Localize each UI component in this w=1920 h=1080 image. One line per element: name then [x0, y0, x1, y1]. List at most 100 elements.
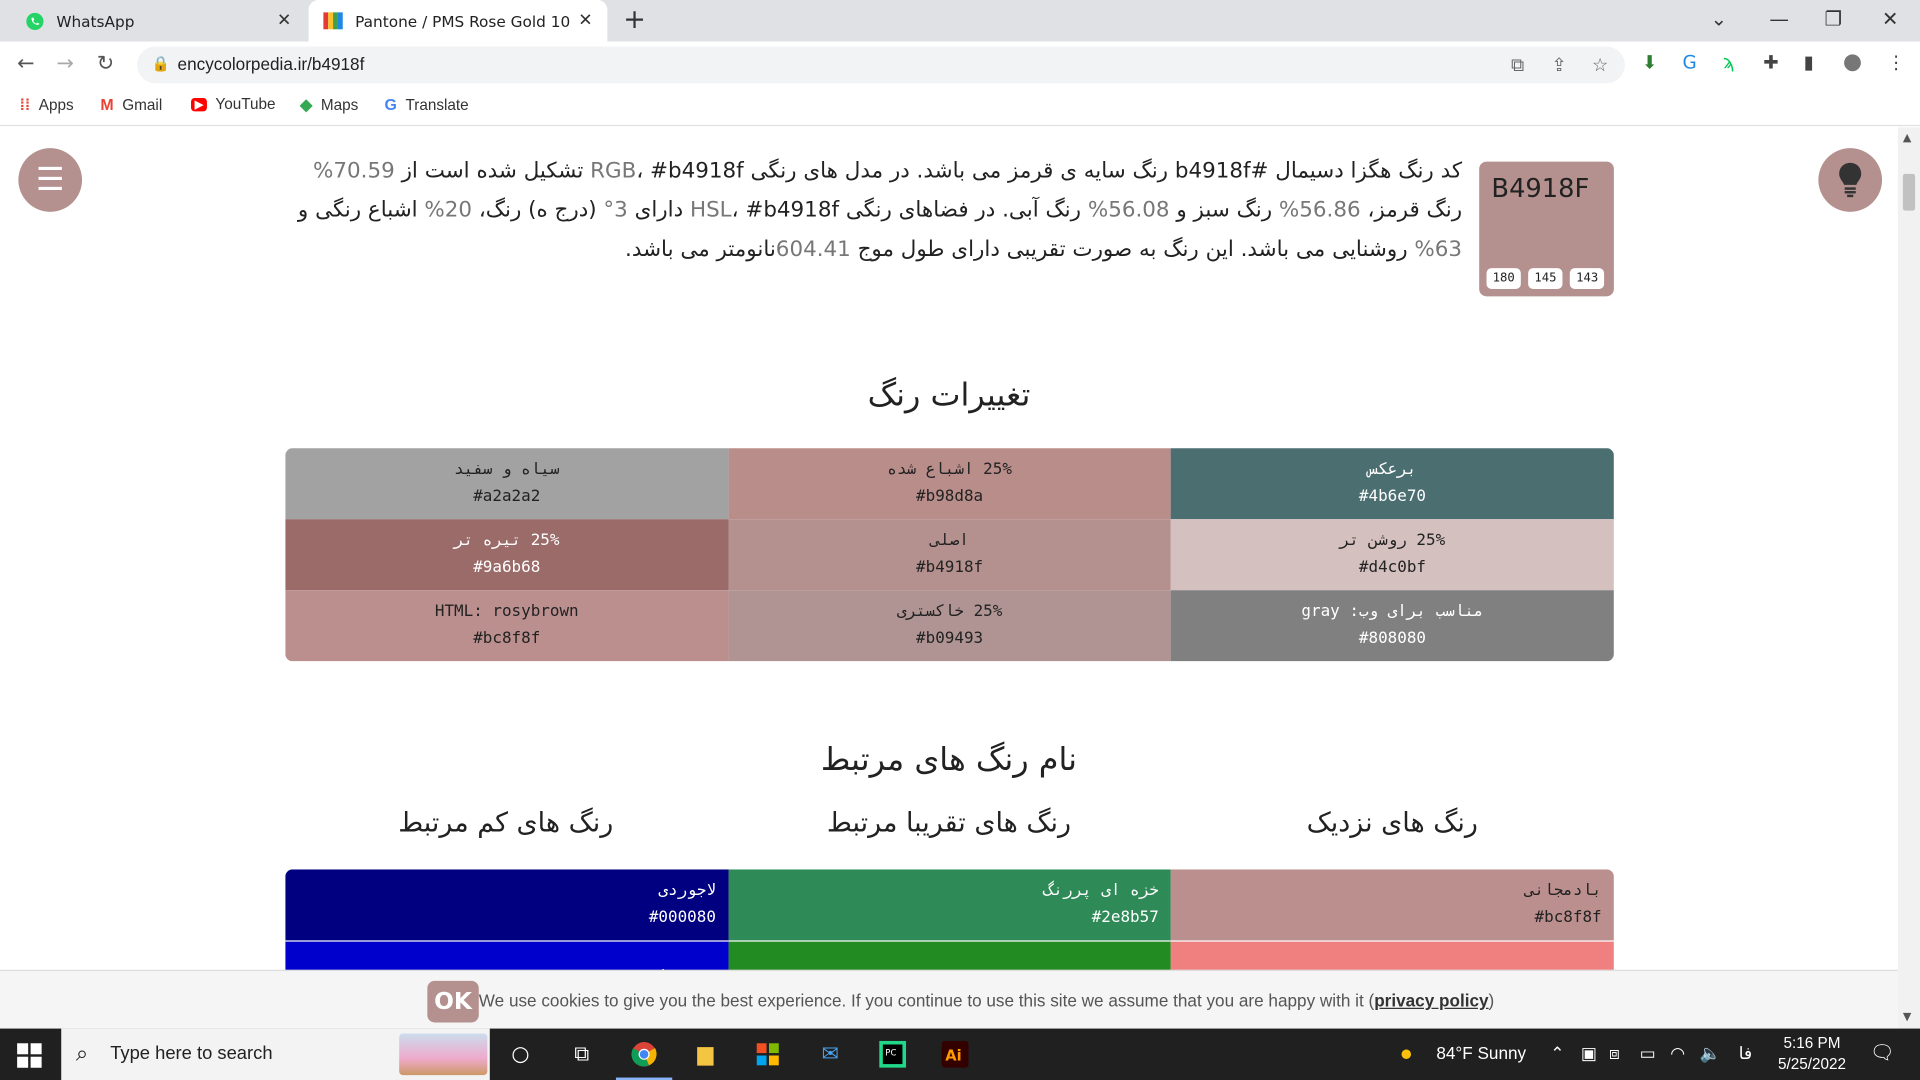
- forward-icon[interactable]: →: [56, 51, 73, 75]
- weather-sun-icon[interactable]: ●: [1400, 1041, 1413, 1067]
- tab-whatsapp[interactable]: WhatsApp ✕: [0, 0, 306, 42]
- variation-cell[interactable]: 25% روشن تر #d4c0bf: [1171, 519, 1614, 591]
- scroll-up-icon[interactable]: ▲: [1903, 132, 1911, 144]
- weather-text[interactable]: 84°F Sunny: [1436, 1043, 1526, 1063]
- extension-run-icon[interactable]: ϡ: [1723, 51, 1735, 73]
- bookmark-gmail[interactable]: M Gmail: [100, 96, 162, 114]
- wifi-icon[interactable]: ◠: [1670, 1043, 1685, 1064]
- close-tab-icon[interactable]: ✕: [277, 11, 291, 31]
- tray-monitor-icon[interactable]: ⧈: [1609, 1043, 1620, 1064]
- store-icon[interactable]: [749, 1038, 786, 1070]
- battery-icon[interactable]: ▭: [1640, 1043, 1656, 1064]
- tab-title: Pantone / PMS Rose Gold 10412: [355, 11, 571, 31]
- reload-icon[interactable]: ↻: [97, 51, 114, 75]
- tray-expand-icon[interactable]: ⌃: [1550, 1043, 1564, 1064]
- variation-hex: #bc8f8f: [473, 629, 541, 648]
- minimize-icon[interactable]: —: [1769, 7, 1789, 30]
- bookmarks-bar: ⁞⁞ Apps M Gmail ▶ YouTube ◆ Maps G Trans…: [0, 88, 1920, 127]
- clock[interactable]: 5:16 PM 5/25/2022: [1778, 1033, 1846, 1075]
- intro-value: RGB: [590, 159, 637, 184]
- address-bar[interactable]: 🔒 encycolorpedia.ir/b4918f ⧉ ⇪ ☆: [137, 46, 1625, 84]
- variation-cell[interactable]: 25% خاکستری #b09493: [728, 590, 1172, 662]
- intro-value: 56.08%: [1087, 198, 1170, 223]
- close-tab-icon[interactable]: ✕: [578, 11, 592, 31]
- scroll-down-icon[interactable]: ▼: [1903, 1011, 1911, 1023]
- back-icon[interactable]: ←: [17, 51, 34, 75]
- hamburger-menu-icon[interactable]: ☰: [18, 148, 83, 212]
- bookmark-star-icon[interactable]: ☆: [1592, 54, 1608, 76]
- share-icon[interactable]: ⇪: [1551, 54, 1566, 76]
- variation-cell[interactable]: برعکس #4b6e70: [1171, 448, 1614, 520]
- mail-icon[interactable]: ✉: [812, 1038, 849, 1070]
- related-color-cell[interactable]: بادمجانی #bc8f8f: [1171, 869, 1614, 942]
- variation-label: 25% روشن تر: [1339, 531, 1446, 550]
- bookmark-apps[interactable]: ⁞⁞ Apps: [20, 96, 74, 114]
- screen: WhatsApp ✕ Pantone / PMS Rose Gold 10412…: [0, 0, 1920, 1080]
- tray-app-icon[interactable]: ▣: [1581, 1043, 1597, 1064]
- tab-pantone[interactable]: Pantone / PMS Rose Gold 10412 ✕: [308, 0, 608, 42]
- side-panel-icon[interactable]: ▮: [1804, 51, 1814, 73]
- profile-avatar-icon[interactable]: ●: [1843, 49, 1862, 75]
- bookmark-youtube[interactable]: ▶ YouTube: [191, 96, 276, 113]
- file-explorer-icon[interactable]: ▆: [687, 1038, 724, 1070]
- scroll-thumb[interactable]: [1902, 173, 1916, 211]
- pycharm-icon[interactable]: PC: [874, 1038, 911, 1070]
- cookie-text: We use cookies to give you the best expe…: [478, 990, 1375, 1011]
- variation-hex: #b98d8a: [916, 487, 984, 506]
- pantone-icon: [323, 11, 343, 31]
- privacy-policy-link[interactable]: privacy policy: [1374, 991, 1488, 1011]
- lightbulb-icon[interactable]: [1818, 148, 1883, 212]
- intro-text: رنگ قرمز،: [1360, 198, 1463, 223]
- translate-page-icon[interactable]: ⧉: [1511, 54, 1524, 76]
- color-swatch: B4918F 180 145 143: [1479, 161, 1614, 297]
- illustrator-icon[interactable]: Ai: [937, 1038, 974, 1070]
- cookie-ok-button[interactable]: OK: [427, 980, 479, 1023]
- variation-cell[interactable]: HTML: rosybrown #bc8f8f: [285, 590, 729, 662]
- language-indicator[interactable]: فا: [1739, 1043, 1752, 1064]
- gmail-icon: M: [100, 95, 114, 114]
- url-text[interactable]: encycolorpedia.ir/b4918f: [178, 54, 365, 74]
- swatch-rgb: 180 145 143: [1486, 268, 1605, 289]
- translate-icon: G: [384, 95, 397, 114]
- restore-icon[interactable]: ❐: [1824, 7, 1842, 30]
- taskbar-search[interactable]: ⌕ Type here to search: [61, 1028, 490, 1080]
- new-tab-icon[interactable]: +: [623, 5, 646, 36]
- variation-cell[interactable]: مناسب برای وب: gray #808080: [1171, 590, 1614, 662]
- close-window-icon[interactable]: ✕: [1882, 7, 1898, 30]
- cortana-icon[interactable]: ○: [502, 1038, 539, 1070]
- lock-icon[interactable]: 🔒: [152, 55, 170, 72]
- extension-translate-icon[interactable]: G: [1682, 51, 1696, 73]
- related-color-hex: #bc8f8f: [1534, 908, 1602, 927]
- variation-cell[interactable]: 25% اشباع شده #b98d8a: [728, 448, 1172, 520]
- intro-text: رنگ سبز و: [1169, 198, 1279, 223]
- variation-cell[interactable]: اصلی #b4918f: [728, 519, 1172, 591]
- search-highlight-image: [399, 1033, 488, 1076]
- bookmark-label: Translate: [405, 96, 469, 114]
- variations-grid: برعکس #4b6e70 25% اشباع شده #b98d8a سیاه و س…: [285, 448, 1614, 662]
- chrome-taskbar-icon[interactable]: [626, 1038, 663, 1070]
- task-view-icon[interactable]: ⧉: [563, 1038, 600, 1070]
- clock-date: 5/25/2022: [1777, 1055, 1847, 1073]
- extensions-puzzle-icon[interactable]: ✚: [1763, 51, 1778, 73]
- variation-label: سیاه و سفید: [454, 460, 560, 479]
- cookie-text-end: ): [1488, 990, 1495, 1011]
- variation-hex: #b09493: [916, 629, 984, 648]
- bookmark-maps[interactable]: ◆ Maps: [300, 96, 358, 116]
- related-color-cell[interactable]: لاجوردی #000080: [285, 869, 729, 942]
- variation-hex: #b4918f: [916, 558, 984, 577]
- tab-search-icon[interactable]: ⌄: [1711, 7, 1727, 30]
- volume-icon[interactable]: 🔈: [1700, 1043, 1721, 1064]
- variation-cell[interactable]: 25% تیره تر #9a6b68: [285, 519, 729, 591]
- variation-cell[interactable]: سیاه و سفید #a2a2a2: [285, 448, 729, 520]
- related-color-name: بادمجانی: [1524, 881, 1602, 901]
- more-menu-icon[interactable]: ⋮: [1887, 51, 1905, 73]
- notifications-icon[interactable]: 🗨: [1870, 1041, 1895, 1065]
- page-scrollbar[interactable]: ▲ ▼: [1897, 127, 1920, 1029]
- bookmark-label: YouTube: [215, 95, 276, 113]
- bookmark-translate[interactable]: G Translate: [384, 96, 468, 114]
- intro-text: نانومتر می باشد.: [625, 237, 776, 263]
- related-color-cell[interactable]: خزه ای پررنگ #2e8b57: [728, 869, 1172, 942]
- intro-text: روشنایی می باشد. این رنگ به صورت تقریبی …: [850, 237, 1415, 263]
- extension-download-icon[interactable]: ⬇: [1642, 51, 1657, 73]
- windows-start-icon[interactable]: [17, 1043, 42, 1068]
